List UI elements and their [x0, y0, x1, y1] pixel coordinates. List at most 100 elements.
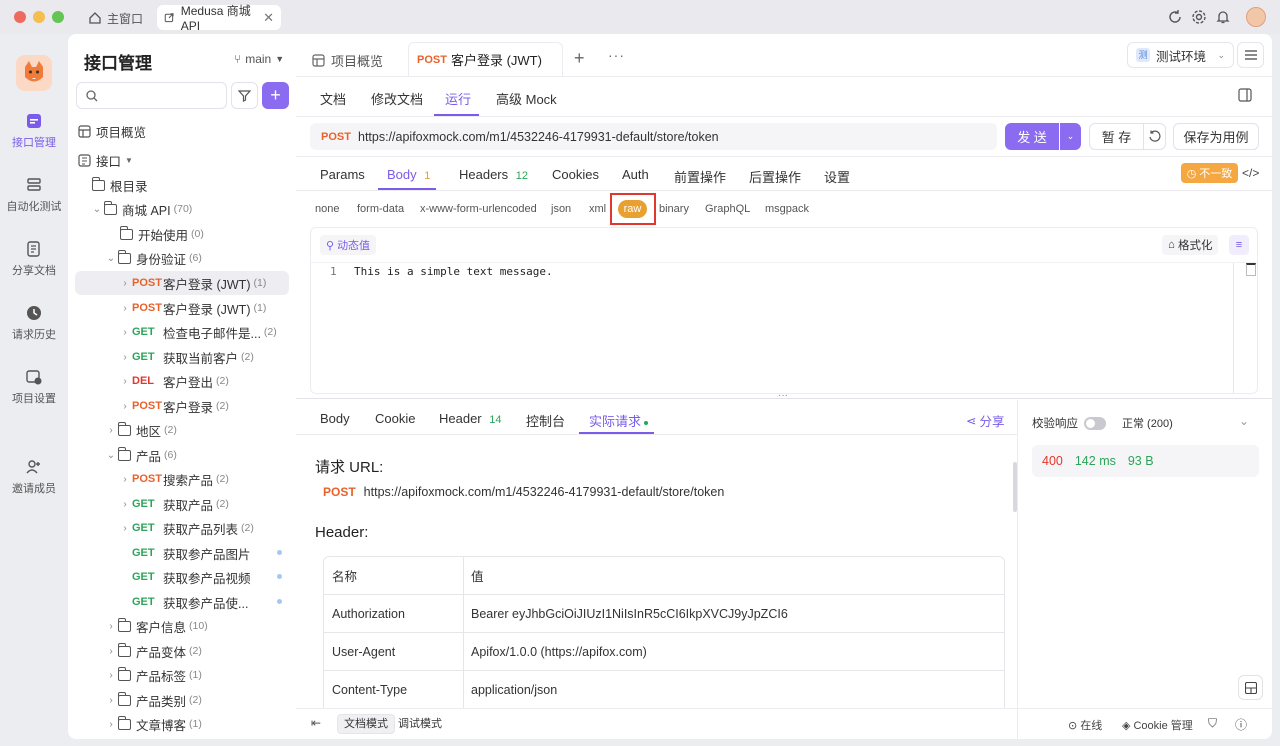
tab-resp-body[interactable]: Body — [320, 411, 350, 426]
send-button[interactable]: 发 送 — [1005, 123, 1059, 150]
tree-folder[interactable]: › 产品类别 (2) — [104, 688, 202, 712]
url-input[interactable]: https://apifoxmock.com/m1/4532246-417993… — [358, 130, 719, 144]
debug-mode-button[interactable]: 调试模式 — [394, 714, 446, 734]
tab-resp-actual[interactable]: 实际请求 — [589, 411, 649, 430]
tab-params[interactable]: Params — [320, 167, 365, 182]
url-bar[interactable]: POST https://apifoxmock.com/m1/4532246-4… — [310, 123, 997, 150]
body-type-json[interactable]: json — [551, 203, 571, 215]
validate-toggle[interactable] — [1084, 416, 1106, 430]
branch-selector[interactable]: ⑂ main ▼ — [234, 52, 284, 66]
tab-home[interactable]: 主窗口 — [82, 6, 149, 30]
tab-docs[interactable]: 文档 — [320, 89, 346, 108]
rail-project-settings[interactable]: 项目设置 — [0, 368, 68, 406]
save-temp-button[interactable]: 暂 存 — [1089, 123, 1144, 150]
tab-resp-console[interactable]: 控制台 — [526, 411, 565, 430]
body-type-xml[interactable]: xml — [589, 203, 606, 215]
rail-history[interactable]: 请求历史 — [0, 304, 68, 342]
body-type-form-data[interactable]: form-data — [357, 203, 404, 215]
add-button[interactable]: + — [262, 82, 289, 109]
body-type-none[interactable]: none — [315, 203, 339, 215]
search-box[interactable] — [76, 82, 227, 109]
code-line[interactable]: This is a simple text message. — [354, 265, 553, 278]
zoom-window-button[interactable] — [52, 11, 64, 23]
tree-folder[interactable]: › 客户信息 (10) — [104, 614, 208, 638]
scrollbar[interactable] — [1013, 462, 1017, 512]
send-dropdown-button[interactable]: ⌄ — [1060, 123, 1081, 150]
dynamic-value-button[interactable]: ⚲ 动态值 — [320, 235, 377, 255]
body-type-urlencoded[interactable]: x-www-form-urlencoded — [420, 203, 537, 215]
rail-invite[interactable]: 邀请成员 — [0, 458, 68, 496]
body-type-raw[interactable]: raw — [618, 200, 647, 218]
tab-pre-ops[interactable]: 前置操作 — [674, 167, 726, 186]
tree-endpoint[interactable]: › GET 获取产品 (2) — [118, 492, 229, 516]
tab-post-ops[interactable]: 后置操作 — [749, 167, 801, 186]
collapse-sidebar-icon[interactable]: ⇤ — [311, 716, 321, 730]
sidebar-item-api-root[interactable]: 接口 ▼ — [78, 148, 288, 172]
more-tabs-button[interactable]: ··· — [608, 47, 625, 63]
body-editor[interactable]: ⚲ 动态值 ⌂ 格式化 ≡ 1 This is a simple text mess… — [310, 227, 1258, 394]
panel-toggle-icon[interactable] — [1238, 88, 1252, 102]
tree-endpoint[interactable]: GET 获取参产品图片 — [132, 541, 282, 565]
add-tab-button[interactable]: + — [574, 48, 585, 69]
filter-button[interactable] — [231, 82, 258, 109]
online-status[interactable]: ⊙ 在线 — [1068, 717, 1102, 733]
close-tab-icon[interactable]: ✕ — [263, 10, 274, 26]
refresh-icon[interactable] — [1167, 9, 1183, 25]
minimize-window-button[interactable] — [33, 11, 45, 23]
rail-api-management[interactable]: 接口管理 — [0, 112, 68, 150]
tree-folder[interactable]: ⌄ 身份验证 (6) — [104, 246, 202, 270]
tree-folder[interactable]: › 产品标签 (1) — [104, 663, 202, 687]
doc-tab-active[interactable]: POST 客户登录 (JWT) — [408, 42, 563, 76]
scrollbar-thumb[interactable] — [1246, 263, 1256, 276]
mismatch-badge[interactable]: ◷ 不一致 — [1181, 163, 1238, 183]
tree-endpoint[interactable]: › GET 检查电子邮件是... (2) — [118, 320, 276, 344]
tree-endpoint[interactable]: › POST 搜索产品 (2) — [118, 467, 229, 491]
body-type-binary[interactable]: binary — [659, 203, 689, 215]
tab-advanced-mock[interactable]: 高级 Mock — [496, 89, 557, 108]
rail-share-docs[interactable]: 分享文档 — [0, 240, 68, 278]
tree-folder[interactable]: ⌄ 商城 API (70) — [90, 197, 192, 221]
body-type-graphql[interactable]: GraphQL — [705, 203, 750, 215]
chevron-down-icon[interactable]: ⌄ — [1239, 414, 1249, 428]
method-selector[interactable]: POST — [321, 131, 358, 143]
code-icon[interactable]: </> — [1242, 166, 1259, 180]
environment-selector[interactable]: 测 测试环境 ⌄ — [1127, 42, 1234, 68]
share-button[interactable]: ⋖ 分享 — [966, 411, 1005, 430]
tree-folder[interactable]: › 产品变体 (2) — [104, 639, 202, 663]
cookie-manager[interactable]: ◈ Cookie 管理 — [1122, 717, 1193, 733]
shirt-icon[interactable]: ⛉ — [1208, 716, 1217, 731]
tab-headers[interactable]: Headers 12 — [459, 167, 528, 182]
tree-endpoint[interactable]: › POST 客户登录 (JWT) (1) — [75, 271, 289, 295]
gear-icon[interactable] — [1191, 9, 1207, 25]
tab-resp-cookie[interactable]: Cookie — [375, 411, 415, 426]
sidebar-item-overview[interactable]: 项目概览 — [78, 119, 288, 143]
tree-endpoint[interactable]: › GET 获取当前客户 (2) — [118, 345, 254, 369]
search-input[interactable] — [103, 86, 221, 106]
doc-mode-button[interactable]: 文档模式 — [337, 714, 395, 734]
tree-endpoint[interactable]: › POST 客户登录 (2) — [118, 394, 229, 418]
layout-button[interactable] — [1238, 675, 1263, 700]
tab-body[interactable]: Body 1 — [387, 167, 430, 182]
rail-auto-test[interactable]: 自动化测试 — [0, 176, 68, 214]
tree-endpoint[interactable]: GET 获取参产品使... — [132, 590, 282, 614]
body-type-msgpack[interactable]: msgpack — [765, 203, 809, 215]
tree-endpoint[interactable]: › DEL 客户登出 (2) — [118, 369, 229, 393]
tab-run[interactable]: 运行 — [445, 89, 471, 108]
wrap-lines-icon[interactable]: ≡ — [1229, 235, 1249, 255]
tree-endpoint[interactable]: GET 获取参产品视频 — [132, 565, 282, 589]
tree-endpoint[interactable]: › POST 客户登录 (JWT) (1) — [118, 296, 266, 320]
menu-button[interactable] — [1237, 42, 1264, 68]
tree-folder[interactable]: › 文章博客 (1) — [104, 712, 202, 736]
validate-status[interactable]: 正常 (200) — [1122, 415, 1173, 431]
tree-folder[interactable]: ⌄ 产品 (6) — [104, 443, 177, 467]
tab-resp-header[interactable]: Header 14 — [439, 411, 502, 426]
tab-cookies[interactable]: Cookies — [552, 167, 599, 182]
tab-edit-docs[interactable]: 修改文档 — [371, 89, 423, 108]
save-as-case-button[interactable]: 保存为用例 — [1173, 123, 1259, 150]
reset-button[interactable] — [1143, 123, 1166, 150]
tree-folder[interactable]: › 地区 (2) — [104, 418, 177, 442]
help-icon[interactable]: ⓘ — [1235, 716, 1247, 733]
close-window-button[interactable] — [14, 11, 26, 23]
tree-folder[interactable]: 开始使用 (0) — [120, 222, 204, 246]
doc-tab-overview[interactable]: 项目概览 — [312, 51, 383, 70]
